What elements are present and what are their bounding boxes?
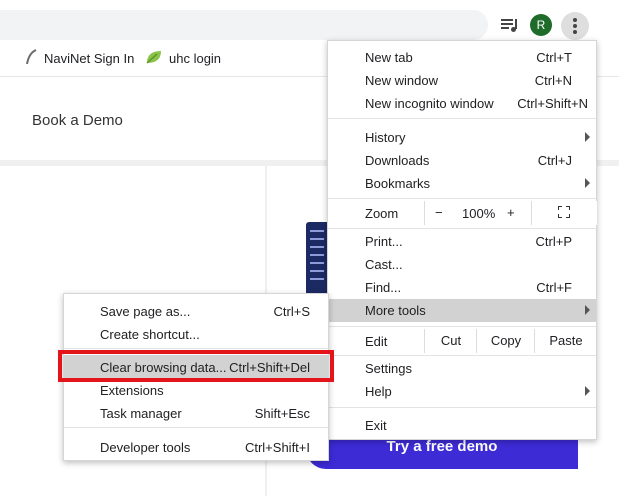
menu-item-create-shortcut[interactable]: Create shortcut... [64, 322, 328, 345]
menu-item-shortcut: Ctrl+Shift+N [517, 96, 588, 111]
fullscreen-icon [557, 205, 571, 219]
menu-item-label: More tools [365, 303, 426, 318]
menu-item-shortcut: Ctrl+Shift+I [244, 440, 310, 455]
menu-item-label: New incognito window [365, 96, 494, 111]
menu-item-label: Create shortcut... [100, 327, 200, 342]
menu-item-help[interactable]: Help [328, 380, 596, 403]
menu-item-shortcut: Ctrl+S [273, 304, 310, 319]
menu-item-shortcut: Ctrl+J [537, 153, 572, 168]
menu-item-label: Exit [365, 418, 387, 433]
zoom-level: 100% [462, 206, 496, 221]
menu-separator [328, 118, 596, 119]
menu-item-shortcut: Ctrl+P [535, 234, 572, 249]
menu-item-label: Bookmarks [365, 176, 431, 191]
submenu-arrow-icon [585, 132, 590, 142]
media-controls-icon[interactable] [498, 13, 522, 37]
menu-item-label: Extensions [100, 383, 164, 398]
menu-item-shortcut: Ctrl+T [536, 50, 572, 65]
menu-item-label: New tab [365, 50, 413, 65]
cut-button[interactable]: Cut [424, 329, 477, 353]
menu-separator [328, 228, 596, 229]
menu-item-shortcut: Ctrl+F [536, 280, 572, 295]
edit-row: Edit Cut Copy Paste [328, 329, 596, 353]
menu-item-label: Print... [365, 234, 403, 249]
submenu-arrow-icon [585, 178, 590, 188]
submenu-arrow-icon [585, 386, 590, 396]
fullscreen-button[interactable] [531, 201, 597, 225]
leaf-icon [145, 49, 163, 68]
zoom-out-button[interactable]: − [435, 205, 443, 220]
address-bar[interactable] [0, 10, 488, 40]
menu-item-new-tab[interactable]: New tab Ctrl+T [328, 46, 596, 69]
copy-button[interactable]: Copy [476, 329, 535, 353]
menu-item-label: Save page as... [100, 304, 191, 319]
menu-item-developer-tools[interactable]: Developer tools Ctrl+Shift+I [64, 435, 328, 458]
highlight-annotation-box [58, 350, 334, 382]
menu-item-label: Help [365, 384, 392, 399]
menu-item-save-page-as[interactable]: Save page as... Ctrl+S [64, 299, 328, 322]
menu-item-bookmarks[interactable]: Bookmarks [328, 172, 596, 195]
bookmark-navinet[interactable]: NaviNet Sign In [24, 44, 134, 72]
menu-item-label: Task manager [100, 406, 182, 421]
menu-item-label: Developer tools [100, 440, 191, 455]
menu-item-label: Downloads [365, 153, 430, 168]
menu-item-settings[interactable]: Settings [328, 357, 596, 380]
zoom-row: Zoom − 100% + [328, 201, 597, 225]
menu-item-label: Find... [365, 280, 402, 295]
navinet-icon [24, 48, 38, 68]
menu-item-shortcut: Ctrl+N [534, 73, 572, 88]
bookmark-uhc-login[interactable]: uhc login [145, 44, 221, 72]
menu-item-new-window[interactable]: New window Ctrl+N [328, 69, 596, 92]
zoom-label: Zoom [365, 206, 399, 221]
menu-item-new-incognito-window[interactable]: New incognito window Ctrl+Shift+N [328, 92, 596, 115]
menu-item-label: New window [365, 73, 438, 88]
bookmark-label: NaviNet Sign In [44, 50, 135, 66]
menu-separator [328, 355, 596, 356]
zoom-controls: − 100% + [424, 201, 532, 225]
menu-item-print[interactable]: Print... Ctrl+P [328, 230, 596, 253]
bookmark-label: uhc login [169, 50, 222, 66]
menu-item-history[interactable]: History [328, 126, 596, 149]
profile-avatar[interactable]: R [530, 14, 552, 36]
menu-item-exit[interactable]: Exit [328, 414, 596, 437]
menu-separator [328, 326, 596, 327]
edit-label: Edit [365, 334, 388, 349]
paste-button[interactable]: Paste [534, 329, 597, 353]
menu-separator [328, 407, 596, 408]
menu-separator [64, 348, 328, 349]
menu-separator [328, 198, 596, 199]
menu-item-label: Settings [365, 361, 412, 376]
menu-item-more-tools[interactable]: More tools [328, 299, 596, 322]
book-demo-link[interactable]: Book a Demo [32, 112, 123, 129]
zoom-in-button[interactable]: + [507, 205, 515, 220]
menu-item-shortcut: Shift+Esc [254, 406, 310, 421]
menu-separator [64, 427, 328, 428]
chrome-menu-button[interactable] [561, 12, 589, 40]
menu-item-downloads[interactable]: Downloads Ctrl+J [328, 149, 596, 172]
submenu-arrow-icon [585, 305, 590, 315]
menu-item-label: Cast... [365, 257, 403, 272]
chrome-main-menu: New tab Ctrl+T New window Ctrl+N New inc… [327, 40, 597, 440]
menu-item-task-manager[interactable]: Task manager Shift+Esc [64, 401, 328, 424]
menu-item-find[interactable]: Find... Ctrl+F [328, 276, 596, 299]
menu-item-cast[interactable]: Cast... [328, 253, 596, 276]
menu-item-label: History [365, 130, 406, 145]
